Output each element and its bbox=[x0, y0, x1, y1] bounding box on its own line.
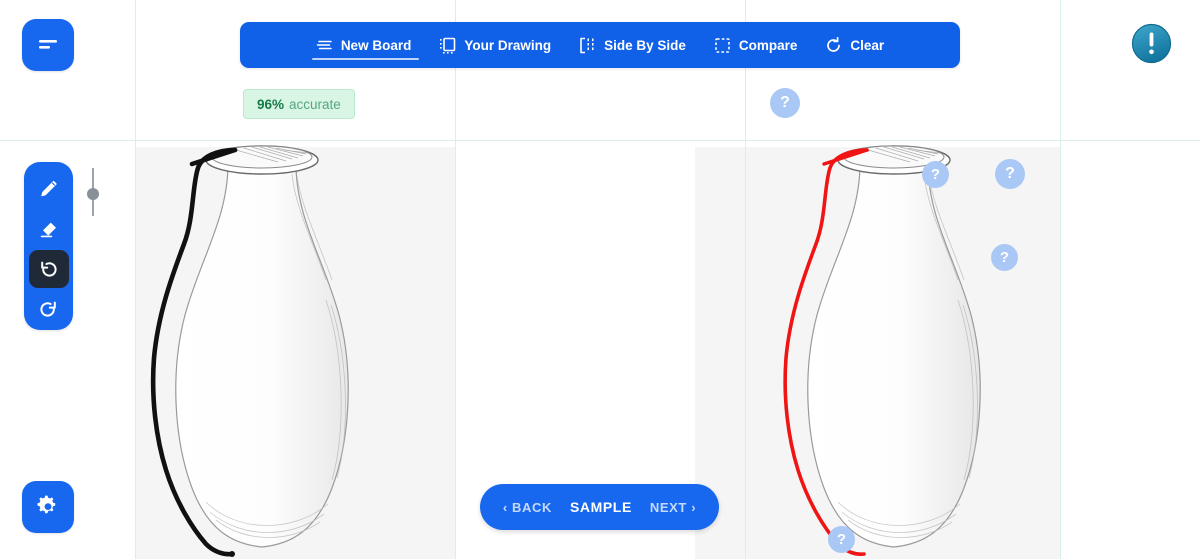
exclamation-circle-icon bbox=[1131, 23, 1172, 64]
tool-eraser[interactable] bbox=[29, 210, 69, 248]
dotted-square-icon bbox=[439, 37, 456, 54]
tab-label: Clear bbox=[850, 37, 885, 53]
split-panels-icon bbox=[579, 37, 596, 54]
question-marker[interactable]: ? bbox=[991, 244, 1018, 271]
lines-icon bbox=[316, 37, 333, 54]
undo-icon bbox=[41, 261, 57, 277]
tab-label: Side By Side bbox=[604, 37, 686, 53]
eraser-icon bbox=[40, 222, 56, 237]
reference-drawing-with-overlay bbox=[783, 145, 981, 556]
accuracy-label: accurate bbox=[289, 96, 341, 112]
hamburger-menu-icon bbox=[39, 40, 57, 49]
warning-button[interactable] bbox=[1131, 23, 1172, 64]
tab-your-drawing[interactable]: Your Drawing bbox=[425, 22, 565, 68]
pencil-icon bbox=[41, 180, 57, 196]
tool-palette bbox=[24, 162, 73, 330]
tool-pencil[interactable] bbox=[29, 170, 69, 208]
gear-icon bbox=[37, 495, 56, 514]
grid-line-vertical bbox=[135, 0, 136, 559]
drawing-app-root: ? ? ? ? ? New Board Your Drawing Side By… bbox=[0, 0, 1200, 559]
question-marker[interactable]: ? bbox=[770, 88, 800, 118]
grid-line-vertical bbox=[745, 0, 746, 559]
tab-side-by-side[interactable]: Side By Side bbox=[565, 22, 700, 68]
question-marker[interactable]: ? bbox=[995, 159, 1025, 189]
question-marker[interactable]: ? bbox=[922, 161, 949, 188]
menu-button[interactable] bbox=[22, 19, 74, 71]
tool-undo[interactable] bbox=[28, 250, 69, 288]
back-button[interactable]: ‹ BACK bbox=[503, 500, 552, 515]
tab-label: New Board bbox=[340, 37, 412, 53]
drawing-canvas[interactable]: ? ? ? ? ? bbox=[0, 0, 1200, 559]
tool-redo[interactable] bbox=[29, 290, 69, 328]
accuracy-percent: 96% bbox=[257, 96, 285, 112]
slider-thumb[interactable] bbox=[87, 188, 99, 200]
sample-navigation: ‹ BACK SAMPLE NEXT › bbox=[480, 484, 719, 530]
tab-clear[interactable]: Clear bbox=[811, 22, 898, 68]
settings-button[interactable] bbox=[22, 481, 74, 533]
next-button[interactable]: NEXT › bbox=[650, 500, 696, 515]
tab-label: Compare bbox=[738, 37, 798, 53]
redo-icon bbox=[40, 301, 56, 317]
mode-tabbar: New Board Your Drawing Side By Side Comp… bbox=[240, 22, 960, 68]
brush-size-slider[interactable] bbox=[86, 168, 100, 216]
tab-compare[interactable]: Compare bbox=[700, 22, 812, 68]
tab-label: Your Drawing bbox=[464, 37, 552, 53]
tab-new-board[interactable]: New Board bbox=[302, 22, 426, 68]
user-drawing-left bbox=[150, 145, 349, 557]
dashed-square-icon bbox=[714, 37, 731, 54]
accuracy-badge: 96% accurate bbox=[243, 89, 355, 119]
current-sample-label: SAMPLE bbox=[569, 499, 632, 515]
refresh-icon bbox=[825, 36, 842, 54]
question-marker[interactable]: ? bbox=[828, 526, 855, 553]
